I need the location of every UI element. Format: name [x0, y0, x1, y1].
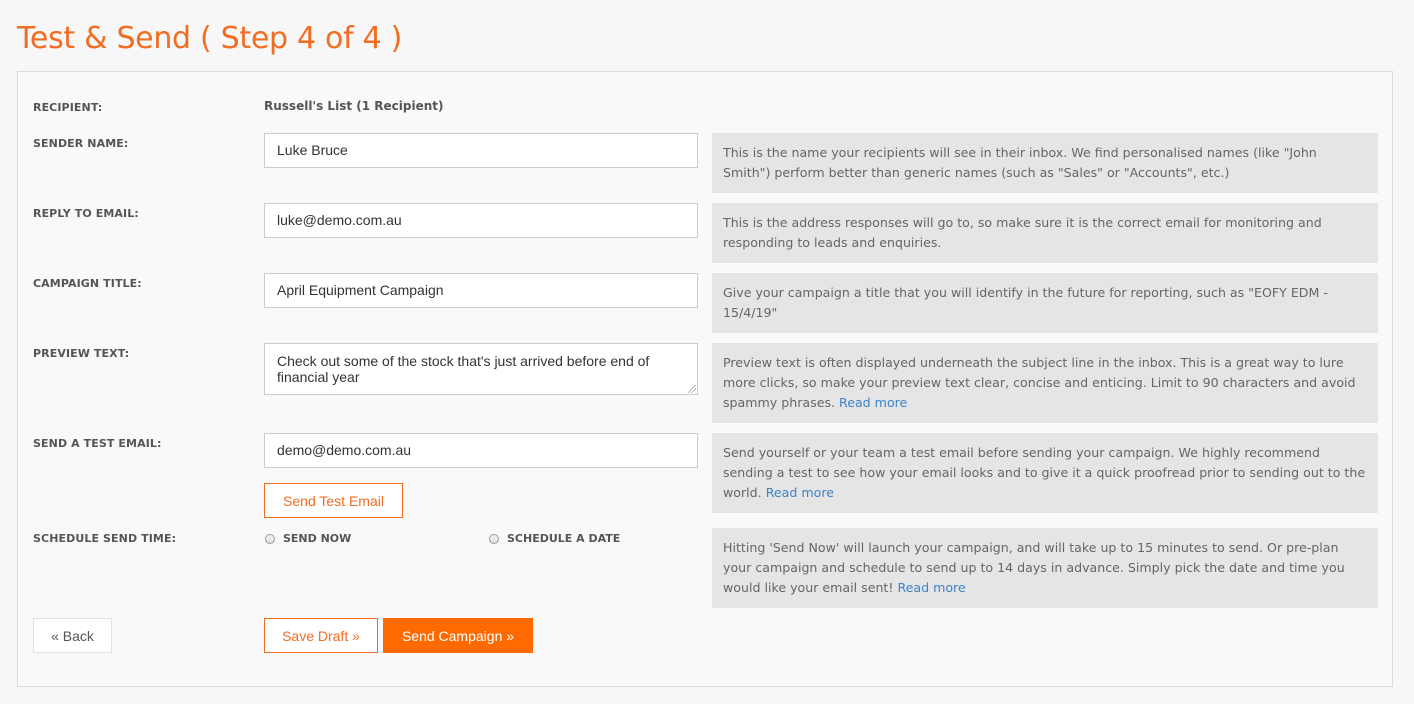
back-button[interactable]: « Back: [33, 618, 112, 653]
send-test-email-button[interactable]: Send Test Email: [264, 483, 403, 518]
reply-to-input[interactable]: luke@demo.com.au: [264, 203, 698, 238]
schedule-read-more-link[interactable]: Read more: [897, 580, 965, 595]
send-campaign-button[interactable]: Send Campaign »: [383, 618, 533, 653]
send-now-option[interactable]: SEND NOW: [265, 532, 351, 545]
save-draft-button[interactable]: Save Draft »: [264, 618, 378, 653]
schedule-help-text: Hitting 'Send Now' will launch your camp…: [723, 540, 1345, 595]
recipient-value: Russell's List (1 Recipient): [264, 99, 444, 113]
send-now-label: SEND NOW: [283, 532, 352, 545]
preview-text-label: PREVIEW TEXT:: [33, 347, 130, 360]
preview-text-value: Check out some of the stock that's just …: [277, 353, 650, 385]
test-email-help: Send yourself or your team a test email …: [712, 433, 1378, 513]
page-title: Test & Send ( Step 4 of 4 ): [17, 21, 403, 56]
preview-text-textarea[interactable]: Check out some of the stock that's just …: [264, 343, 698, 395]
schedule-label: SCHEDULE SEND TIME:: [33, 532, 177, 545]
preview-text-read-more-link[interactable]: Read more: [839, 395, 907, 410]
preview-text-help: Preview text is often displayed undernea…: [712, 343, 1378, 423]
send-now-radio[interactable]: [265, 533, 275, 544]
preview-text-help-text: Preview text is often displayed undernea…: [723, 355, 1356, 410]
resize-grip-icon[interactable]: [688, 385, 696, 393]
test-email-label: SEND A TEST EMAIL:: [33, 437, 162, 450]
sender-name-label: SENDER NAME:: [33, 137, 129, 150]
campaign-title-help: Give your campaign a title that you will…: [712, 273, 1378, 333]
schedule-date-radio[interactable]: [489, 533, 499, 544]
campaign-title-input[interactable]: April Equipment Campaign: [264, 273, 698, 308]
reply-to-label: REPLY TO EMAIL:: [33, 207, 139, 220]
schedule-date-option[interactable]: SCHEDULE A DATE: [489, 532, 620, 545]
sender-name-help: This is the name your recipients will se…: [712, 133, 1378, 193]
reply-to-help: This is the address responses will go to…: [712, 203, 1378, 263]
test-email-read-more-link[interactable]: Read more: [766, 485, 834, 500]
schedule-help: Hitting 'Send Now' will launch your camp…: [712, 528, 1378, 608]
sender-name-input[interactable]: Luke Bruce: [264, 133, 698, 168]
schedule-date-label: SCHEDULE A DATE: [507, 532, 621, 545]
test-email-input[interactable]: demo@demo.com.au: [264, 433, 698, 468]
recipient-label: RECIPIENT:: [33, 101, 103, 114]
campaign-title-label: CAMPAIGN TITLE:: [33, 277, 142, 290]
